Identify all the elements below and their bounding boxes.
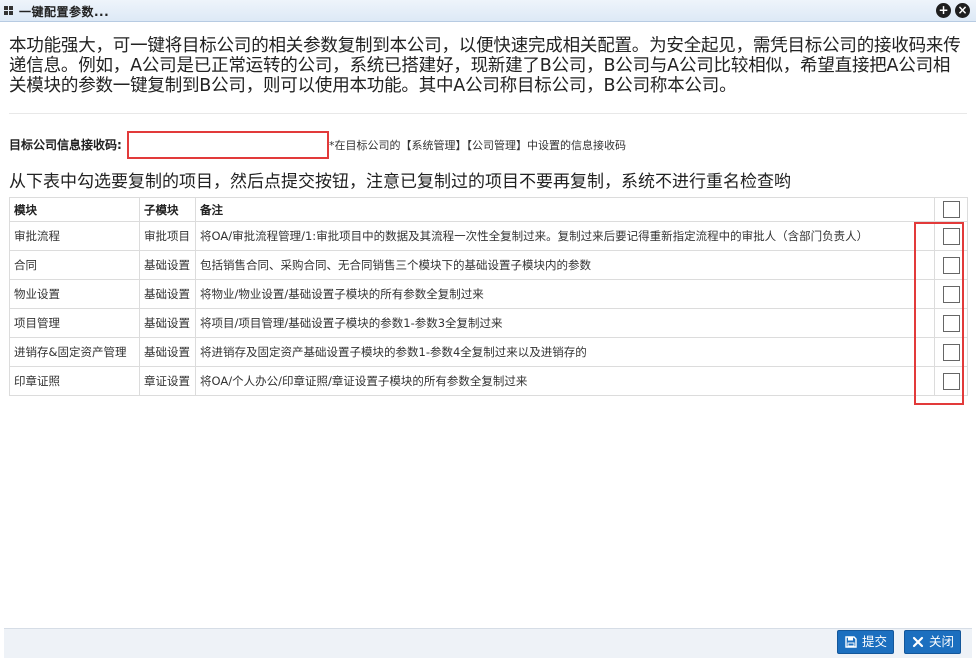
row-module-cell: 物业设置 [9,279,140,309]
row-checkbox[interactable] [942,343,960,361]
row-submodule-cell: 基础设置 [139,250,196,280]
row-module-cell: 审批流程 [9,221,140,251]
table-row: 审批流程 审批项目 将OA/审批流程管理/1:审批项目中的数据及其流程一次性全复制过… [9,221,968,251]
row-note-cell: 包括销售合同、采购合同、无合同销售三个模块下的基础设置子模块内的参数 [195,250,935,280]
row-checkbox-cell [934,279,968,309]
row-submodule-cell: 审批项目 [139,221,196,251]
row-checkbox-cell [934,221,968,251]
row-checkbox-cell [934,337,968,367]
row-checkbox[interactable] [942,256,960,274]
row-module-cell: 合同 [9,250,140,280]
header-select-all-cell [934,197,968,222]
save-icon [845,636,857,648]
row-submodule-cell: 章证设置 [139,366,196,396]
row-note-cell: 将物业/物业设置/基础设置子模块的所有参数全复制过来 [195,279,935,309]
params-table: 模块 子模块 备注 审批流程 审批项目 将OA/审批流程管理/1:审批项目中的数据及… [9,197,968,396]
row-module-cell: 印章证照 [9,366,140,396]
row-checkbox-cell [934,250,968,280]
instruction-text: 从下表中勾选要复制的项目，然后点提交按钮，注意已复制过的项目不要再复制，系统不进… [9,172,791,192]
code-field-hint: *在目标公司的【系统管理】【公司管理】中设置的信息接收码 [329,139,626,152]
intro-text: 本功能强大，可一键将目标公司的相关参数复制到本公司，以便快速完成相关配置。为安全… [9,36,961,96]
row-checkbox[interactable] [942,227,960,245]
plus-circle-icon[interactable]: + [936,3,951,18]
row-submodule-cell: 基础设置 [139,279,196,309]
header-module: 模块 [9,197,140,222]
row-module-cell: 项目管理 [9,308,140,338]
row-module-cell: 进销存&固定资产管理 [9,337,140,367]
row-checkbox-cell [934,308,968,338]
table-header-row: 模块 子模块 备注 [9,197,968,222]
row-note-cell: 将OA/审批流程管理/1:审批项目中的数据及其流程一次性全复制过来。复制过来后要… [195,221,935,251]
window-titlebar: 一键配置参数... + × [0,0,976,22]
submit-label: 提交 [862,634,888,649]
x-icon [912,636,924,648]
row-checkbox-cell [934,366,968,396]
row-note-cell: 将进销存及固定资产基础设置子模块的参数1-参数4全复制过来以及进销存的 [195,337,935,367]
select-all-checkbox[interactable] [942,201,960,218]
row-checkbox[interactable] [942,372,960,390]
divider [9,113,967,114]
row-note-cell: 将项目/项目管理/基础设置子模块的参数1-参数3全复制过来 [195,308,935,338]
submit-button[interactable]: 提交 [837,630,895,654]
code-field-label: 目标公司信息接收码: [9,138,122,152]
header-submodule: 子模块 [139,197,196,222]
footer-bar [4,628,972,658]
close-label: 关闭 [929,634,955,649]
table-row: 项目管理 基础设置 将项目/项目管理/基础设置子模块的参数1-参数3全复制过来 [9,308,968,338]
header-note: 备注 [195,197,935,222]
receive-code-input[interactable] [127,131,329,159]
table-row: 印章证照 章证设置 将OA/个人办公/印章证照/章证设置子模块的所有参数全复制过来 [9,366,968,396]
row-checkbox[interactable] [942,285,960,303]
window-title: 一键配置参数... [19,5,110,19]
table-row: 物业设置 基础设置 将物业/物业设置/基础设置子模块的所有参数全复制过来 [9,279,968,309]
table-row: 进销存&固定资产管理 基础设置 将进销存及固定资产基础设置子模块的参数1-参数4全复… [9,337,968,367]
row-submodule-cell: 基础设置 [139,308,196,338]
grid-icon [4,6,14,16]
close-button[interactable]: 关闭 [904,630,962,654]
close-circle-icon[interactable]: × [955,3,970,18]
row-checkbox[interactable] [942,314,960,332]
row-note-cell: 将OA/个人办公/印章证照/章证设置子模块的所有参数全复制过来 [195,366,935,396]
table-row: 合同 基础设置 包括销售合同、采购合同、无合同销售三个模块下的基础设置子模块内的参数 [9,250,968,280]
row-submodule-cell: 基础设置 [139,337,196,367]
